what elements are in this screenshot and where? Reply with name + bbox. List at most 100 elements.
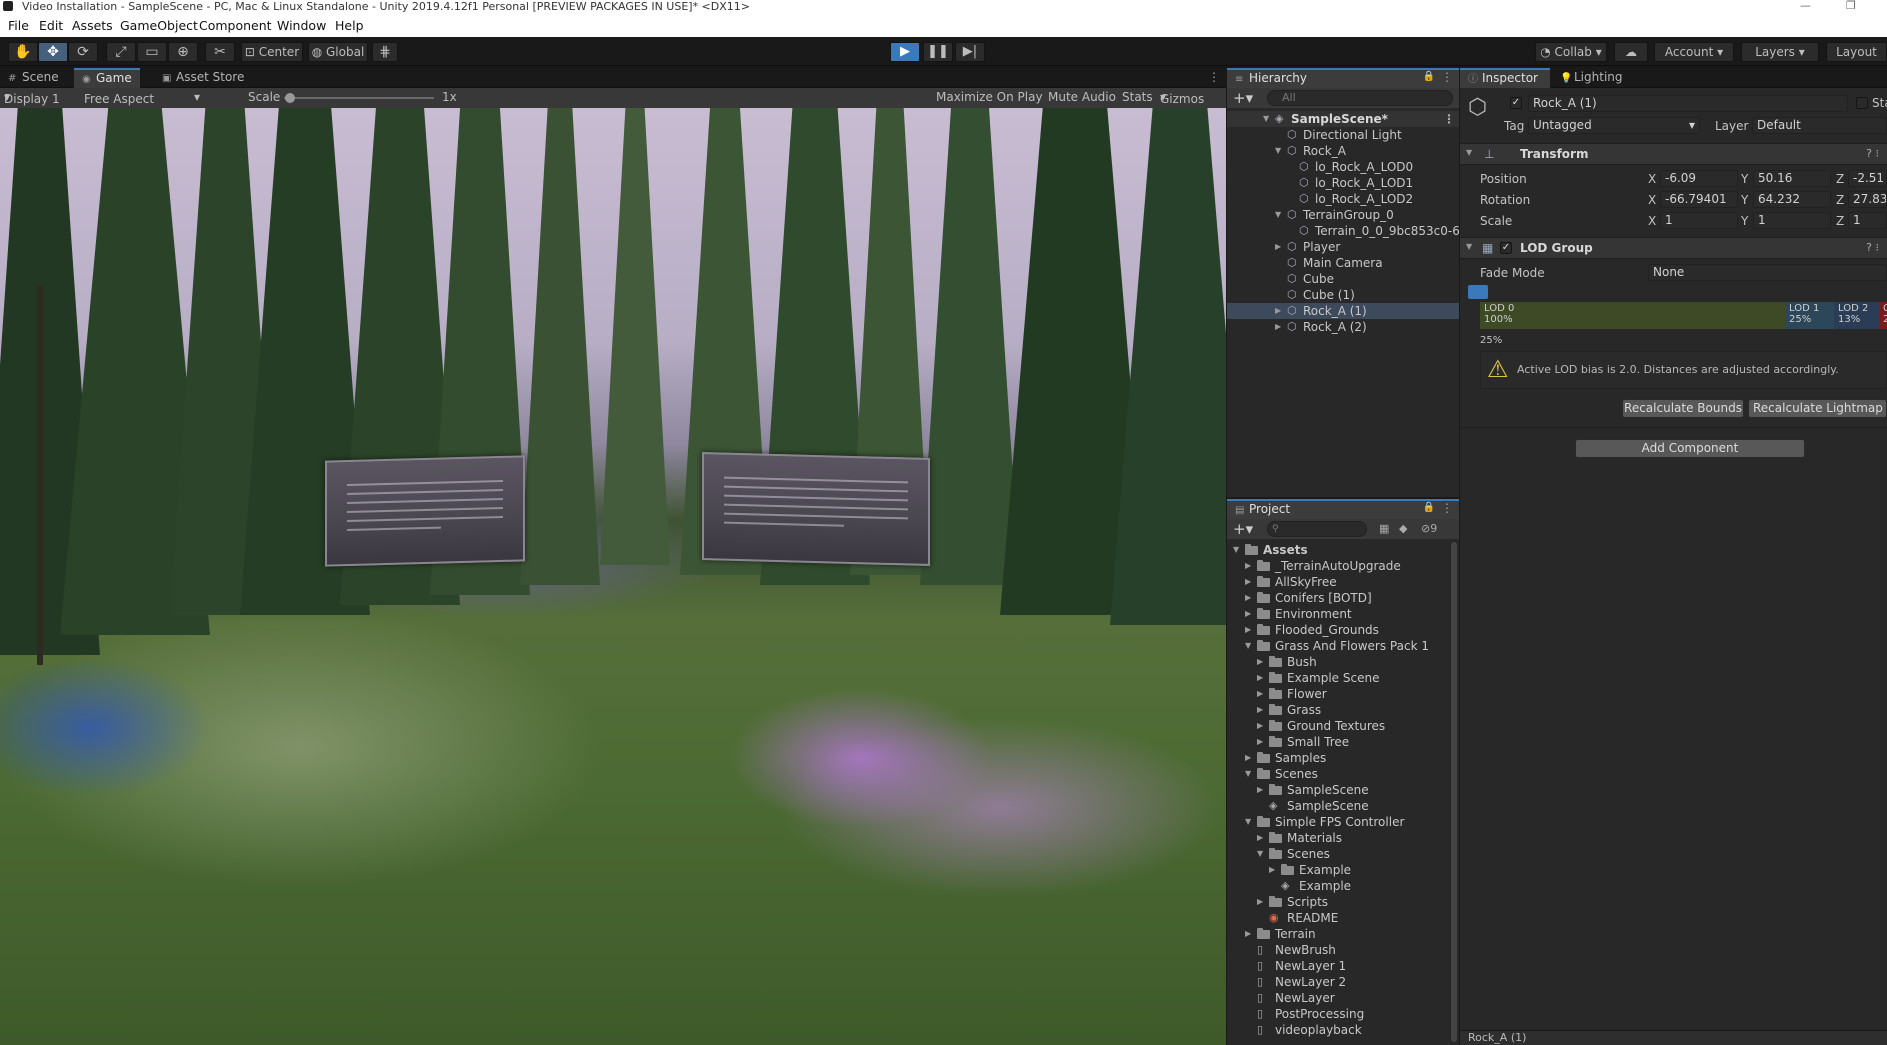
- expand-arrow-icon[interactable]: ▶: [1257, 734, 1263, 750]
- expand-arrow-icon[interactable]: ▼: [1257, 846, 1263, 862]
- filter-type-icon[interactable]: ▦: [1379, 522, 1389, 535]
- expand-arrow-icon[interactable]: ▶: [1257, 686, 1263, 702]
- add-component-button[interactable]: Add Component: [1575, 439, 1805, 458]
- expand-arrow-icon[interactable]: ▶: [1257, 782, 1263, 798]
- project-item[interactable]: ▼ Scenes: [1227, 766, 1459, 782]
- project-menu-icon[interactable]: ⋮: [1441, 501, 1453, 515]
- expand-arrow-icon[interactable]: ▶: [1257, 702, 1263, 718]
- project-item[interactable]: ▶ SampleScene: [1227, 782, 1459, 798]
- project-item[interactable]: ▶ Terrain: [1227, 926, 1459, 942]
- project-item[interactable]: ▼ Simple FPS Controller: [1227, 814, 1459, 830]
- hierarchy-item[interactable]: ▶ ⬡ Rock_A (2): [1227, 319, 1459, 335]
- camera-marker-icon[interactable]: [1468, 285, 1488, 299]
- expand-arrow-icon[interactable]: ▶: [1257, 894, 1263, 910]
- project-item[interactable]: ▶ Small Tree: [1227, 734, 1459, 750]
- expand-arrow-icon[interactable]: ▶: [1257, 830, 1263, 846]
- filter-label-icon[interactable]: ◆: [1399, 522, 1407, 535]
- project-item[interactable]: ▯ NewBrush: [1227, 942, 1459, 958]
- scale-slider-handle[interactable]: [285, 93, 295, 103]
- expand-arrow-icon[interactable]: ▼: [1233, 542, 1239, 558]
- scale-z-field[interactable]: 1: [1848, 212, 1887, 229]
- active-checkbox[interactable]: ✓: [1510, 97, 1522, 109]
- project-item[interactable]: ▯ videoplayback: [1227, 1022, 1459, 1038]
- expand-arrow-icon[interactable]: ▶: [1245, 926, 1251, 942]
- hidden-packages-icon[interactable]: ⊘9: [1421, 522, 1437, 535]
- menu-component[interactable]: Component: [199, 18, 272, 33]
- lod-segment[interactable]: Culled2%: [1879, 302, 1887, 329]
- static-checkbox[interactable]: [1856, 97, 1868, 109]
- hierarchy-item[interactable]: ⬡ Cube (1): [1227, 287, 1459, 303]
- lock-icon[interactable]: 🔒: [1423, 71, 1435, 82]
- help-icon[interactable]: ? ⁝: [1866, 241, 1879, 254]
- lock-icon[interactable]: 🔒: [1423, 502, 1435, 513]
- project-item[interactable]: ▶ Flooded_Grounds: [1227, 622, 1459, 638]
- project-item[interactable]: ▶ Samples: [1227, 750, 1459, 766]
- menu-edit[interactable]: Edit: [39, 18, 63, 33]
- project-item[interactable]: ▶ Grass: [1227, 702, 1459, 718]
- rotation-y-field[interactable]: 64.232: [1753, 191, 1831, 208]
- expand-arrow-icon[interactable]: ▶: [1275, 303, 1281, 319]
- display-dropdown[interactable]: Display 1 ▾: [4, 90, 60, 106]
- project-item[interactable]: ▼ Scenes: [1227, 846, 1459, 862]
- project-item[interactable]: ▶ Flower: [1227, 686, 1459, 702]
- expand-arrow-icon[interactable]: ▼: [1275, 143, 1281, 159]
- expand-arrow-icon[interactable]: ▼: [1245, 814, 1251, 830]
- hierarchy-menu-icon[interactable]: ⋮: [1441, 70, 1453, 84]
- scale-x-field[interactable]: 1: [1660, 212, 1738, 229]
- minimize-icon[interactable]: —: [1800, 0, 1811, 11]
- position-y-field[interactable]: 50.16: [1753, 170, 1831, 187]
- collab-dropdown[interactable]: ◔ Collab ▾: [1535, 42, 1607, 62]
- game-render-view[interactable]: [0, 108, 1226, 1045]
- transform-header[interactable]: ▼ ⊥ Transform ? ⁝: [1460, 143, 1887, 165]
- collapse-arrow-icon[interactable]: ▼: [1466, 242, 1472, 251]
- recalculate-lightmap-button[interactable]: Recalculate Lightmap Sc: [1748, 399, 1887, 418]
- project-item[interactable]: ▶ Environment: [1227, 606, 1459, 622]
- lod-segment[interactable]: LOD 2 13%: [1834, 302, 1879, 329]
- project-item[interactable]: ▶ Bush: [1227, 654, 1459, 670]
- project-item[interactable]: ▯ PostProcessing: [1227, 1006, 1459, 1022]
- expand-arrow-icon[interactable]: ▼: [1263, 111, 1269, 127]
- project-root-assets[interactable]: ▼ Assets: [1227, 542, 1459, 558]
- hierarchy-item[interactable]: ⬡ Directional Light: [1227, 127, 1459, 143]
- help-icon[interactable]: ? ⁝: [1866, 147, 1879, 160]
- scale-slider[interactable]: [284, 97, 434, 99]
- lod-segment[interactable]: LOD 1 25%: [1785, 302, 1834, 329]
- hand-tool-icon[interactable]: ✋: [8, 42, 38, 62]
- lod-segment[interactable]: LOD 0 100%: [1480, 302, 1785, 329]
- object-name-field[interactable]: Rock_A (1): [1528, 95, 1848, 112]
- menu-assets[interactable]: Assets: [72, 18, 113, 33]
- aspect-dropdown[interactable]: Free Aspect ▾: [84, 90, 200, 106]
- expand-arrow-icon[interactable]: ▶: [1257, 670, 1263, 686]
- scene-menu-icon[interactable]: ⋮: [1443, 111, 1455, 127]
- hierarchy-item[interactable]: ▼ ⬡ TerrainGroup_0: [1227, 207, 1459, 223]
- hierarchy-item[interactable]: ▼ ⬡ Rock_A: [1227, 143, 1459, 159]
- menu-help[interactable]: Help: [335, 18, 364, 33]
- gizmos-dropdown[interactable]: Gizmos ▾: [1160, 90, 1204, 106]
- expand-arrow-icon[interactable]: ▶: [1275, 239, 1281, 255]
- project-item[interactable]: ▶ _TerrainAutoUpgrade: [1227, 558, 1459, 574]
- expand-arrow-icon[interactable]: ▼: [1275, 207, 1281, 223]
- hierarchy-item[interactable]: ⬡ lo_Rock_A_LOD1: [1227, 175, 1459, 191]
- project-item[interactable]: ▯ NewLayer: [1227, 990, 1459, 1006]
- expand-arrow-icon[interactable]: ▶: [1275, 319, 1281, 335]
- hierarchy-search-input[interactable]: All: [1267, 90, 1453, 106]
- hierarchy-item[interactable]: ⬡ lo_Rock_A_LOD0: [1227, 159, 1459, 175]
- project-item[interactable]: ◉ README: [1227, 910, 1459, 926]
- stats-toggle[interactable]: Stats: [1122, 90, 1153, 104]
- layers-dropdown[interactable]: Layers ▾: [1741, 42, 1819, 62]
- expand-arrow-icon[interactable]: ▶: [1245, 606, 1251, 622]
- expand-arrow-icon[interactable]: ▶: [1245, 558, 1251, 574]
- expand-arrow-icon[interactable]: ▼: [1245, 638, 1251, 654]
- project-item[interactable]: ▶ Materials: [1227, 830, 1459, 846]
- hierarchy-item[interactable]: ⬡ lo_Rock_A_LOD2: [1227, 191, 1459, 207]
- project-item[interactable]: ▶ Ground Textures: [1227, 718, 1459, 734]
- recalculate-bounds-button[interactable]: Recalculate Bounds: [1622, 399, 1744, 418]
- project-item[interactable]: ▶ Example: [1227, 862, 1459, 878]
- menu-gameobject[interactable]: GameObject: [120, 18, 198, 33]
- hierarchy-item[interactable]: ▶ ⬡ Player: [1227, 239, 1459, 255]
- tab-asset-store[interactable]: ▣ Asset Store: [154, 68, 252, 88]
- create-plus-icon[interactable]: +▾: [1233, 89, 1253, 107]
- position-x-field[interactable]: -6.09: [1660, 170, 1738, 187]
- tab-game[interactable]: ◉ Game: [74, 68, 140, 88]
- project-item[interactable]: ◈ Example: [1227, 878, 1459, 894]
